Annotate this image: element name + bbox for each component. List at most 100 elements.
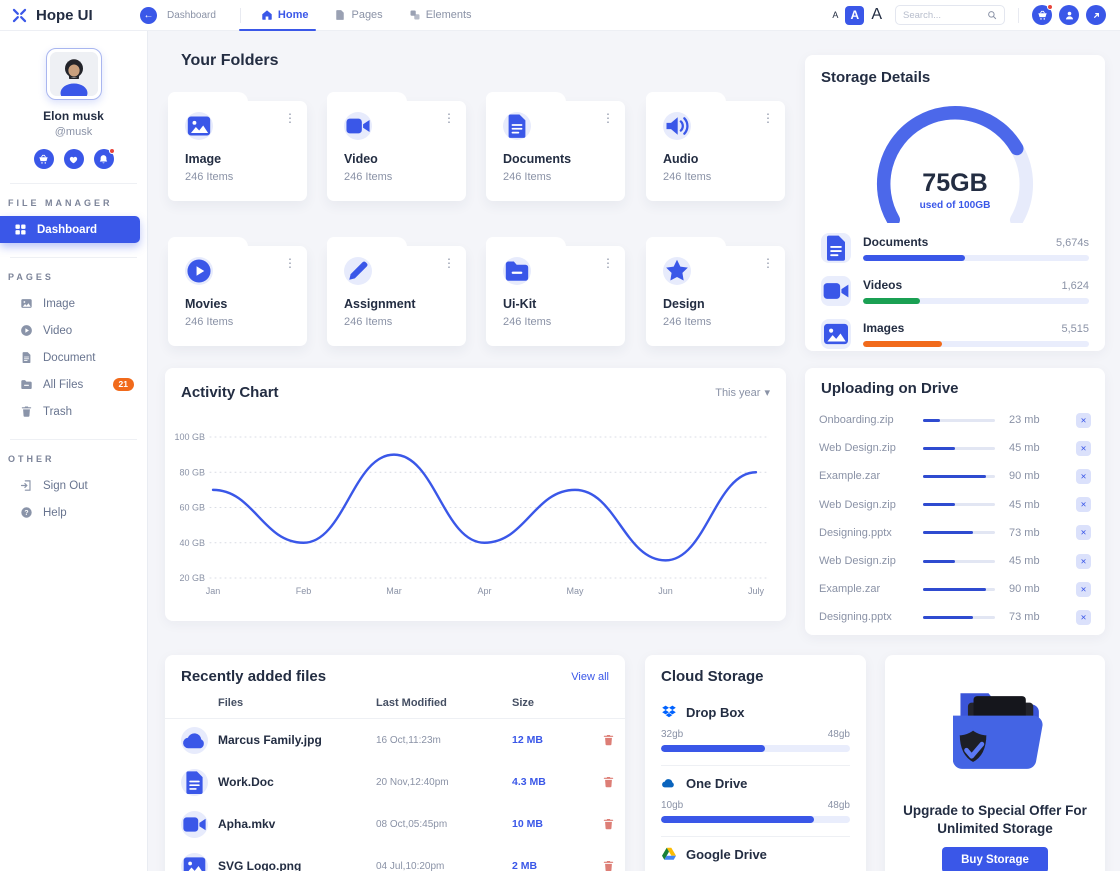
kebab-menu-icon[interactable]: ⋮: [284, 257, 296, 269]
progress-fill: [923, 616, 973, 619]
sidebar-item-video[interactable]: Video: [0, 317, 147, 344]
help-icon: ?: [20, 506, 33, 519]
font-size-medium-button[interactable]: A: [845, 6, 864, 25]
cart-button[interactable]: [34, 149, 54, 169]
font-size-small-button[interactable]: A: [832, 10, 838, 20]
folder-card-assignment[interactable]: ⋮ Assignment 246 Items: [327, 246, 466, 346]
nav-home[interactable]: Home: [261, 0, 309, 30]
document-icon: [181, 769, 208, 796]
close-icon[interactable]: ✕: [1076, 497, 1091, 512]
storage-details-card: Storage Details 75GB used of 100GB Docum…: [805, 55, 1105, 351]
close-icon[interactable]: ✕: [1076, 525, 1091, 540]
back-button[interactable]: ←: [140, 7, 157, 24]
trash-icon[interactable]: [602, 817, 615, 831]
folder-item-count: 246 Items: [503, 171, 551, 183]
folder-card-design[interactable]: ⋮ Design 246 Items: [646, 246, 785, 346]
expand-button[interactable]: [1086, 5, 1106, 25]
sidebar-item-label: Trash: [43, 406, 72, 418]
table-rows: Marcus Family.jpg 16 Oct,11:23m 12 MB Wo…: [165, 719, 625, 871]
divider: [10, 439, 137, 440]
divider: [661, 765, 850, 766]
sidebar-item-sign-out[interactable]: Sign Out: [0, 472, 147, 499]
kebab-menu-icon[interactable]: ⋮: [602, 112, 614, 124]
user-button[interactable]: [1059, 5, 1079, 25]
kebab-menu-icon[interactable]: ⋮: [762, 112, 774, 124]
sidebar-item-label: Document: [43, 352, 95, 364]
close-icon[interactable]: ✕: [1076, 554, 1091, 569]
google-drive-icon: [661, 846, 677, 862]
breadcrumb: Dashboard: [167, 10, 216, 21]
storage-row-images: Images5,515: [821, 319, 1089, 349]
folder-card-uikit[interactable]: ⋮ Ui-Kit 246 Items: [486, 246, 625, 346]
nav-pages[interactable]: Pages: [334, 0, 382, 30]
folder-card-movies[interactable]: ⋮ Movies 246 Items: [168, 246, 307, 346]
kebab-menu-icon[interactable]: ⋮: [602, 257, 614, 269]
sidebar-item-all-files[interactable]: All Files 21: [0, 371, 147, 398]
folder-item-count: 246 Items: [663, 171, 711, 183]
hope-logo-icon: [11, 7, 28, 24]
kebab-menu-icon[interactable]: ⋮: [443, 112, 455, 124]
service-total: 48gb: [828, 729, 850, 740]
view-all-link[interactable]: View all: [571, 671, 609, 683]
file-size: 10 MB: [512, 818, 602, 830]
sidebar-item-image[interactable]: Image: [0, 290, 147, 317]
sidebar-item-help[interactable]: ? Help: [0, 499, 147, 526]
image-icon: [821, 319, 851, 349]
sidebar-item-dashboard[interactable]: Dashboard: [0, 216, 140, 243]
folder-item-count: 246 Items: [185, 171, 233, 183]
folder-card-video[interactable]: ⋮ Video 246 Items: [327, 101, 466, 201]
close-icon[interactable]: ✕: [1076, 413, 1091, 428]
svg-text:?: ?: [24, 510, 28, 517]
upload-row: Web Design.zip45 mb✕: [805, 434, 1105, 462]
table-row[interactable]: SVG Logo.png 04 Jul,10:20pm 2 MB: [165, 845, 625, 871]
trash-icon: [20, 405, 33, 418]
upload-file-size: 45 mb: [1009, 499, 1053, 511]
recent-files-title: Recently added files: [181, 668, 326, 685]
kebab-menu-icon[interactable]: ⋮: [443, 257, 455, 269]
divider: [661, 836, 850, 837]
kebab-menu-icon[interactable]: ⋮: [762, 257, 774, 269]
progress-track: [661, 816, 850, 823]
close-icon[interactable]: ✕: [1076, 582, 1091, 597]
progress-fill: [923, 447, 955, 450]
upload-row: Web Design.zip45 mb✕: [805, 491, 1105, 519]
folder-icon: [20, 378, 33, 391]
upload-file-name: Designing.pptx: [819, 527, 923, 539]
trash-icon[interactable]: [602, 775, 615, 789]
storage-gauge: 75GB used of 100GB: [849, 95, 1061, 223]
kebab-menu-icon[interactable]: ⋮: [284, 112, 296, 124]
nav-elements[interactable]: Elements: [409, 0, 472, 30]
table-row[interactable]: Apha.mkv 08 Oct,05:45pm 10 MB: [165, 803, 625, 845]
font-size-large-button[interactable]: A: [871, 6, 882, 24]
folder-card-image[interactable]: ⋮ Image 246 Items: [168, 101, 307, 201]
cart-button[interactable]: [1032, 5, 1052, 25]
sidebar-item-trash[interactable]: Trash: [0, 398, 147, 425]
trash-icon[interactable]: [602, 859, 615, 871]
folder-card-documents[interactable]: ⋮ Documents 246 Items: [486, 101, 625, 201]
folders-title: Your Folders: [181, 52, 279, 70]
folder-name: Documents: [503, 152, 571, 166]
table-row[interactable]: Work.Doc 20 Nov,12:40pm 4.3 MB: [165, 761, 625, 803]
folder-item-count: 246 Items: [503, 316, 551, 328]
notifications-button[interactable]: [94, 149, 114, 169]
sidebar-item-document[interactable]: Document: [0, 344, 147, 371]
close-icon[interactable]: ✕: [1076, 441, 1091, 456]
document-icon: [503, 112, 531, 140]
table-row[interactable]: Marcus Family.jpg 16 Oct,11:23m 12 MB: [165, 719, 625, 761]
sign-out-icon: [20, 479, 33, 492]
progress-fill: [923, 475, 986, 478]
sidebar-item-label: Image: [43, 298, 75, 310]
storage-breakdown-list: Documents5,674s Videos1,624 Images5,515: [821, 233, 1089, 362]
search-input[interactable]: [903, 10, 987, 21]
divider: [240, 8, 241, 23]
close-icon[interactable]: ✕: [1076, 610, 1091, 625]
buy-storage-button[interactable]: Buy Storage: [942, 847, 1048, 871]
storage-row-documents: Documents5,674s: [821, 233, 1089, 263]
close-icon[interactable]: ✕: [1076, 469, 1091, 484]
trash-icon[interactable]: [602, 733, 615, 747]
progress-track: [923, 588, 995, 591]
like-button[interactable]: [64, 149, 84, 169]
pages-group: Image Video Document All Files 21 Trash: [0, 290, 147, 425]
document-icon: [20, 351, 33, 364]
folder-card-audio[interactable]: ⋮ Audio 246 Items: [646, 101, 785, 201]
